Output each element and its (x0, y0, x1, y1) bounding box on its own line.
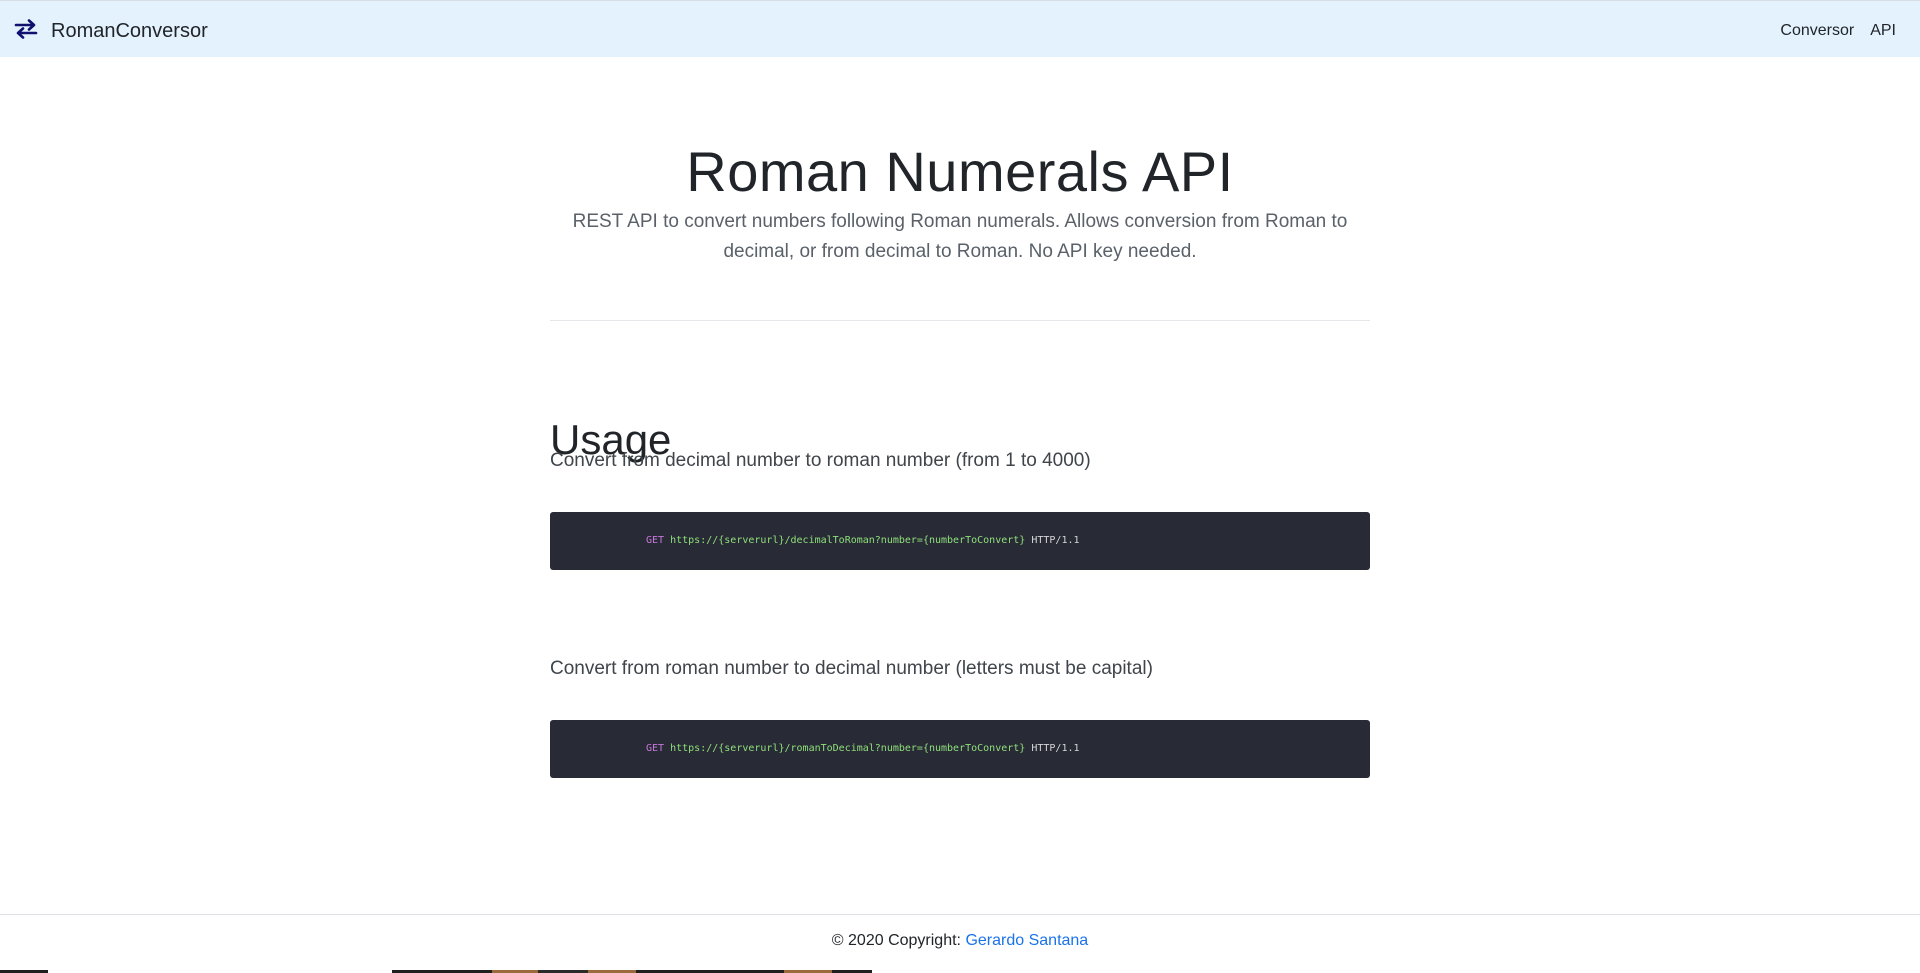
author-link[interactable]: Gerardo Santana (965, 932, 1088, 949)
copyright-text: © 2020 Copyright: (831, 932, 961, 949)
code-line: GET https://{serverurl}/romanToDecimal?n… (646, 742, 1080, 756)
http-method: GET (646, 535, 665, 546)
code-block-decimal-to-roman: GET https://{serverurl}/decimalToRoman?n… (550, 512, 1370, 570)
example-description-decimal-to-roman: Convert from decimal number to roman num… (550, 450, 1091, 471)
nav-links: Conversor API (1780, 20, 1896, 42)
code-line: GET https://{serverurl}/decimalToRoman?n… (646, 534, 1080, 548)
code-block-roman-to-decimal: GET https://{serverurl}/romanToDecimal?n… (550, 720, 1370, 778)
navbar: RomanConversor Conversor API (0, 1, 1920, 57)
endpoint-url: https://{serverurl}/romanToDecimal?numbe… (670, 743, 1026, 754)
http-protocol: HTTP/1.1 (1031, 743, 1080, 754)
page-title: Roman Numerals API (686, 140, 1234, 203)
swap-arrows-icon[interactable] (14, 19, 38, 39)
footer: © 2020 Copyright: Gerardo Santana (0, 930, 1920, 952)
http-protocol: HTTP/1.1 (1031, 535, 1080, 546)
nav-link-conversor[interactable]: Conversor (1780, 20, 1854, 42)
endpoint-url: https://{serverurl}/decimalToRoman?numbe… (670, 535, 1026, 546)
http-method: GET (646, 743, 665, 754)
page-lead: REST API to convert numbers following Ro… (572, 211, 1348, 262)
footer-divider (0, 914, 1920, 915)
brand-link[interactable]: RomanConversor (51, 19, 208, 43)
nav-link-api[interactable]: API (1870, 20, 1896, 42)
example-description-roman-to-decimal: Convert from roman number to decimal num… (550, 658, 1153, 679)
section-divider (550, 320, 1370, 321)
